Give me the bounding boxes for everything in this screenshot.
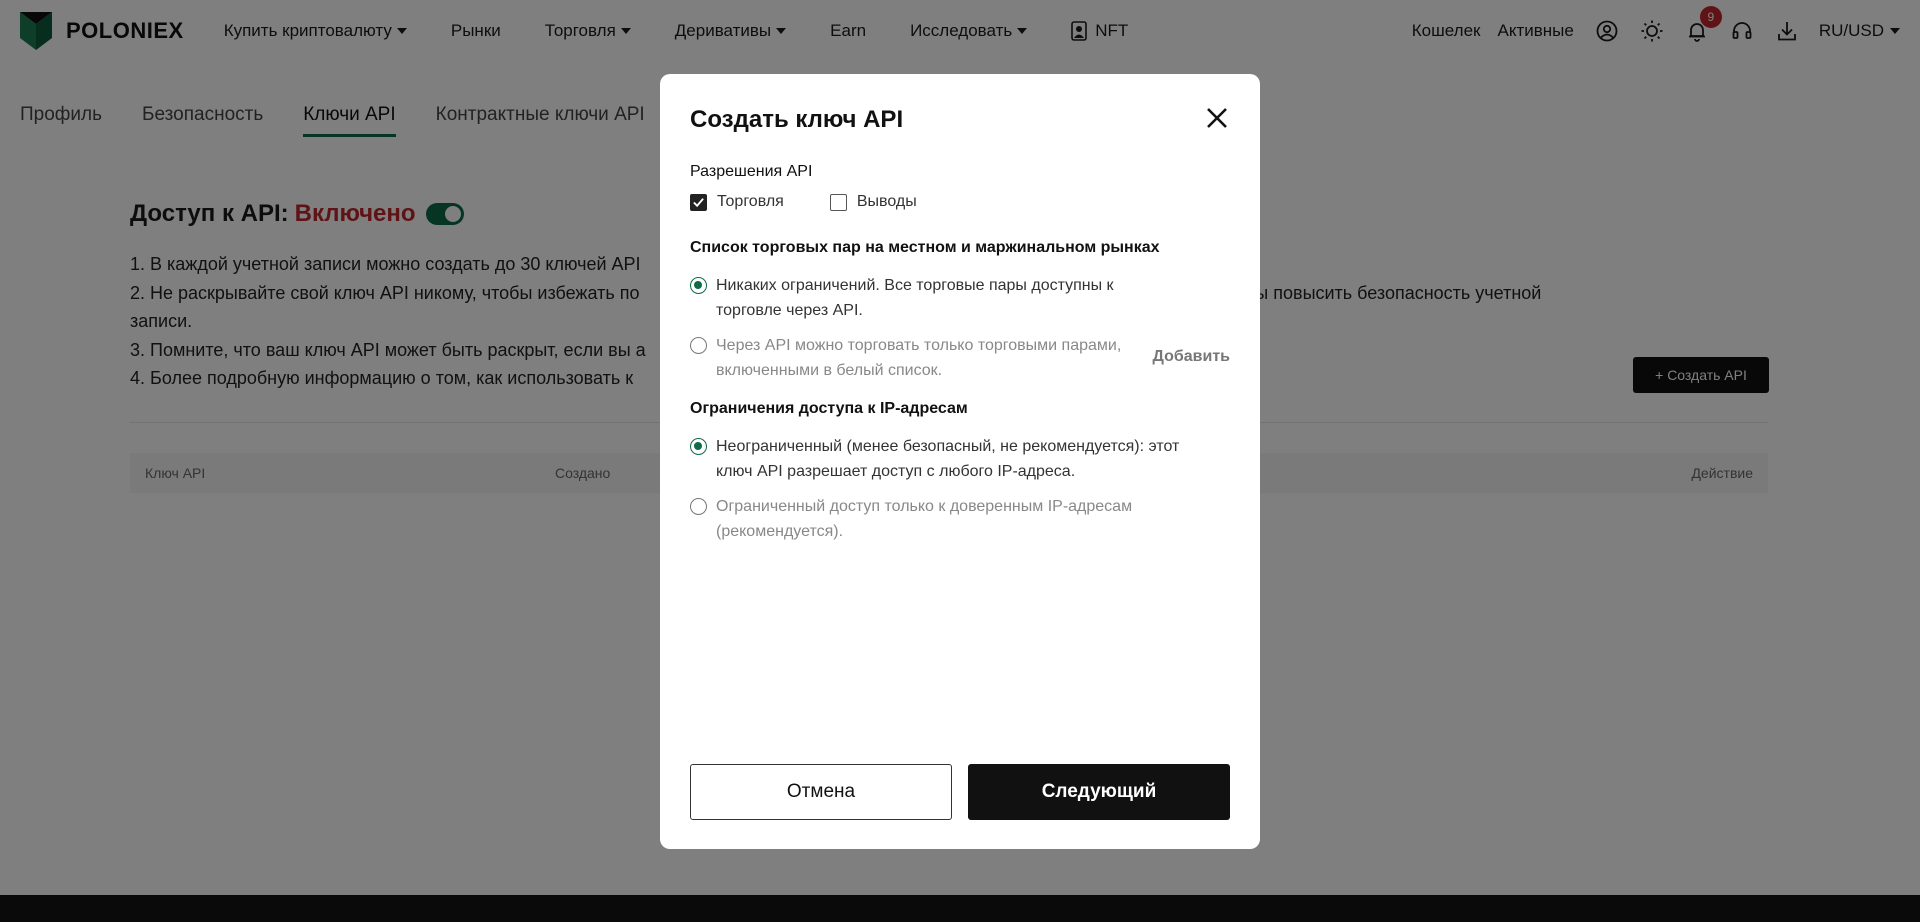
ip-restrictions-label: Ограничения доступа к IP-адресам: [690, 400, 968, 417]
ip-option-restricted[interactable]: Ограниченный доступ только к доверенным …: [690, 494, 1230, 544]
radio-ip-unrestricted[interactable]: [690, 438, 707, 455]
permission-withdrawals-label: Выводы: [856, 193, 917, 210]
next-button[interactable]: Следующий: [968, 764, 1230, 820]
checkbox-withdrawals[interactable]: [829, 193, 847, 211]
pairs-option-unrestricted[interactable]: Никаких ограничений. Все торговые пары д…: [690, 273, 1230, 323]
permission-trading-label: Торговля: [717, 193, 784, 210]
add-pairs-link[interactable]: Добавить: [1153, 344, 1231, 369]
radio-pairs-unrestricted[interactable]: [690, 277, 707, 294]
ip-option-restricted-text: Ограниченный доступ только к доверенным …: [716, 498, 1133, 540]
radio-ip-restricted[interactable]: [690, 498, 707, 515]
permission-trading[interactable]: Торговля: [690, 193, 784, 211]
pairs-option-unrestricted-text: Никаких ограничений. Все торговые пары д…: [716, 277, 1114, 319]
modal-title: Создать ключ API: [690, 106, 904, 133]
cancel-button[interactable]: Отмена: [690, 764, 952, 820]
radio-pairs-whitelist[interactable]: [690, 337, 707, 354]
pairs-option-whitelist-text: Через API можно торговать только торговы…: [716, 337, 1122, 379]
permissions-label: Разрешения API: [690, 163, 813, 180]
ip-option-unrestricted-text: Неограниченный (менее безопасный, не рек…: [716, 438, 1180, 480]
pairs-label: Список торговых пар на местном и маржина…: [690, 239, 1160, 256]
close-icon[interactable]: [1204, 105, 1230, 131]
pairs-option-whitelist[interactable]: Через API можно торговать только торговы…: [690, 333, 1230, 383]
permission-withdrawals[interactable]: Выводы: [829, 193, 917, 211]
create-api-key-modal: Создать ключ API Разрешения API Торговля…: [660, 74, 1260, 849]
checkmark-icon: [693, 197, 704, 207]
ip-option-unrestricted[interactable]: Неограниченный (менее безопасный, не рек…: [690, 434, 1230, 484]
checkbox-trading[interactable]: [690, 193, 707, 211]
permissions-checkboxes: Торговля Выводы: [690, 193, 963, 211]
